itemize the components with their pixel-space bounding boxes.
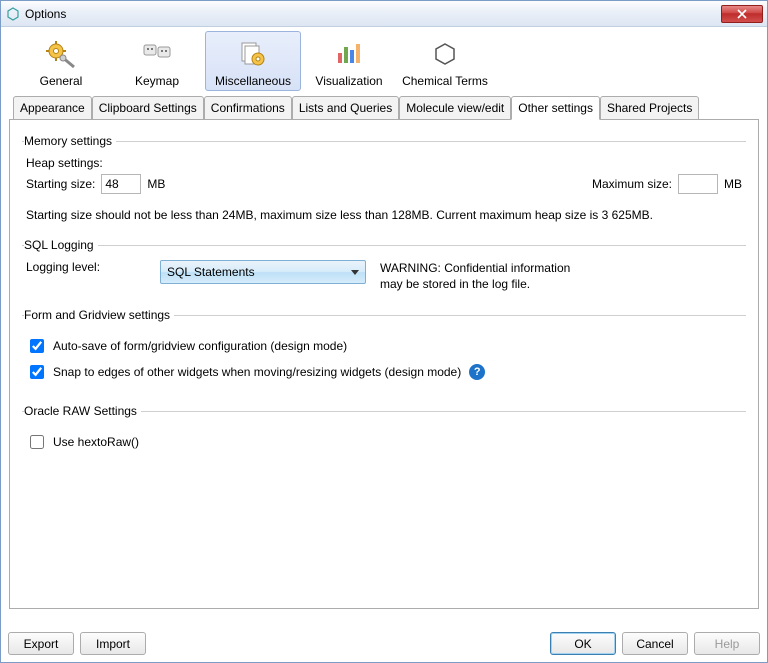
help-button[interactable]: Help xyxy=(694,632,760,655)
hextoraw-checkbox[interactable] xyxy=(30,435,44,449)
memory-settings-group: Memory settings Heap settings: Starting … xyxy=(22,134,746,224)
tab-lists-and-queries[interactable]: Lists and Queries xyxy=(292,96,399,120)
sql-logging-group: SQL Logging Logging level: SQL Statement… xyxy=(22,238,746,294)
tab-confirmations[interactable]: Confirmations xyxy=(204,96,292,120)
chevron-down-icon xyxy=(351,270,359,275)
starting-size-label: Starting size: xyxy=(26,177,95,191)
form-gridview-group: Form and Gridview settings Auto-save of … xyxy=(22,308,746,390)
maximum-size-input[interactable] xyxy=(678,174,718,194)
toolbar-label: General xyxy=(16,74,106,88)
logging-level-label: Logging level: xyxy=(26,260,156,274)
import-button[interactable]: Import xyxy=(80,632,146,655)
category-toolbar: General Keymap Miscellaneous Visualizati… xyxy=(1,27,767,93)
tab-shared-projects[interactable]: Shared Projects xyxy=(600,96,699,120)
logging-level-value: SQL Statements xyxy=(167,265,255,279)
toolbar-label: Miscellaneous xyxy=(208,74,298,88)
snap-label: Snap to edges of other widgets when movi… xyxy=(53,365,461,379)
dialog-footer: Export Import OK Cancel Help xyxy=(8,632,760,655)
tabstrip: Appearance Clipboard Settings Confirmati… xyxy=(9,96,759,120)
toolbar-label: Visualization xyxy=(304,74,394,88)
starting-size-unit: MB xyxy=(147,177,165,191)
titlebar: Options xyxy=(1,1,767,27)
sql-group-title: SQL Logging xyxy=(24,238,98,252)
oracle-group-title: Oracle RAW Settings xyxy=(24,404,141,418)
gear-wrench-icon xyxy=(16,36,106,72)
window-title: Options xyxy=(25,7,721,21)
hexagon-icon xyxy=(400,36,490,72)
close-button[interactable] xyxy=(721,5,763,23)
ok-button[interactable]: OK xyxy=(550,632,616,655)
tab-panel: Memory settings Heap settings: Starting … xyxy=(9,119,759,609)
toolbar-keymap[interactable]: Keymap xyxy=(109,31,205,91)
heap-settings-label: Heap settings: xyxy=(26,156,742,170)
close-icon xyxy=(737,9,747,19)
documents-gear-icon xyxy=(208,36,298,72)
cancel-button[interactable]: Cancel xyxy=(622,632,688,655)
logging-level-combo[interactable]: SQL Statements xyxy=(160,260,366,284)
autosave-checkbox[interactable] xyxy=(30,339,44,353)
toolbar-visualization[interactable]: Visualization xyxy=(301,31,397,91)
export-button[interactable]: Export xyxy=(8,632,74,655)
hextoraw-label: Use hextoRaw() xyxy=(53,435,139,449)
toolbar-miscellaneous[interactable]: Miscellaneous xyxy=(205,31,301,91)
app-icon xyxy=(5,6,21,22)
tab-appearance[interactable]: Appearance xyxy=(13,96,92,120)
maximum-size-label: Maximum size: xyxy=(592,177,672,191)
toolbar-chemical-terms[interactable]: Chemical Terms xyxy=(397,31,493,91)
toolbar-label: Chemical Terms xyxy=(400,74,490,88)
chart-icon xyxy=(304,36,394,72)
snap-checkbox[interactable] xyxy=(30,365,44,379)
toolbar-label: Keymap xyxy=(112,74,202,88)
toolbar-general[interactable]: General xyxy=(13,31,109,91)
starting-size-input[interactable] xyxy=(101,174,141,194)
autosave-label: Auto-save of form/gridview configuration… xyxy=(53,339,347,353)
tab-other-settings[interactable]: Other settings xyxy=(511,96,600,120)
formgrid-group-title: Form and Gridview settings xyxy=(24,308,174,322)
keyboard-icon xyxy=(112,36,202,72)
help-icon[interactable]: ? xyxy=(469,364,485,380)
sql-warning: WARNING: Confidential information may be… xyxy=(380,260,570,292)
tab-molecule-view-edit[interactable]: Molecule view/edit xyxy=(399,96,511,120)
memory-group-title: Memory settings xyxy=(24,134,116,148)
oracle-raw-group: Oracle RAW Settings Use hextoRaw() xyxy=(22,404,746,460)
maximum-size-unit: MB xyxy=(724,177,742,191)
tab-clipboard-settings[interactable]: Clipboard Settings xyxy=(92,96,204,120)
memory-hint: Starting size should not be less than 24… xyxy=(26,208,742,222)
